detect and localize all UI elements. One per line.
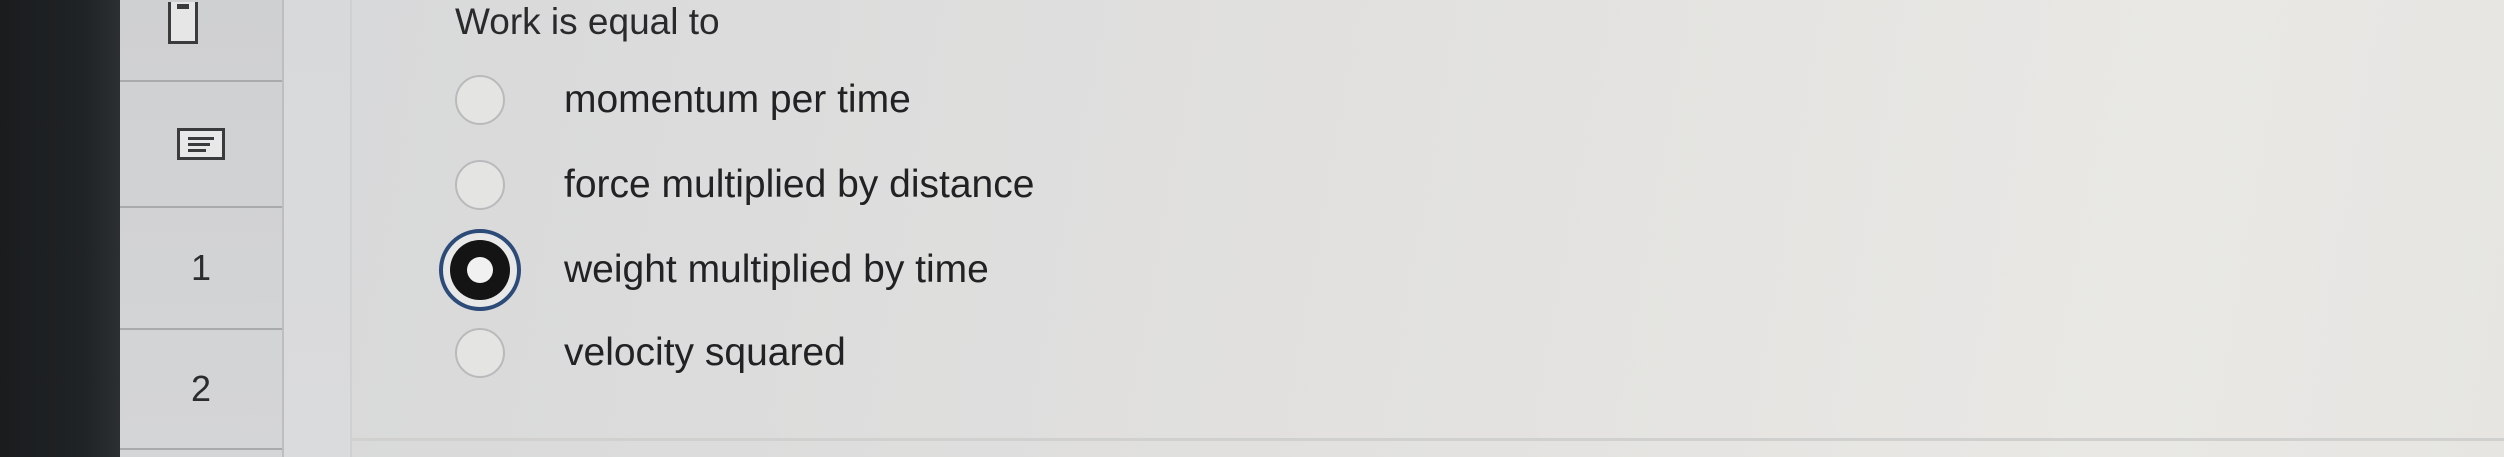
nav-question-2[interactable]: 2 (120, 330, 282, 450)
answer-label[interactable]: velocity squared (564, 331, 846, 375)
radio-button[interactable] (455, 328, 505, 378)
content-gutter (284, 0, 352, 457)
nav-question-1[interactable]: 1 (120, 208, 282, 330)
answer-label[interactable]: force multiplied by distance (564, 163, 1034, 207)
answer-option-3[interactable]: weight multiplied by time (439, 229, 989, 311)
answer-label[interactable]: momentum per time (564, 78, 911, 122)
answer-option-4[interactable]: velocity squared (455, 323, 846, 383)
divider (352, 438, 2504, 441)
flag-cell[interactable] (120, 0, 282, 82)
question-nav: 1 2 (120, 0, 284, 457)
question-list-cell[interactable] (120, 82, 282, 208)
radio-dot (467, 257, 493, 283)
answer-option-1[interactable]: momentum per time (455, 70, 911, 130)
list-icon[interactable] (177, 128, 225, 160)
radio-ring (450, 240, 510, 300)
nav-question-number: 2 (190, 368, 212, 409)
nav-question-number: 1 (190, 247, 212, 288)
flag-icon[interactable] (168, 2, 198, 44)
answer-label[interactable]: weight multiplied by time (564, 248, 989, 292)
radio-button-selected[interactable] (439, 229, 521, 311)
answer-option-2[interactable]: force multiplied by distance (455, 155, 1034, 215)
question-prompt: Work is equal to (455, 1, 720, 42)
window-edge (0, 0, 120, 457)
radio-button[interactable] (455, 160, 505, 210)
radio-button[interactable] (455, 75, 505, 125)
